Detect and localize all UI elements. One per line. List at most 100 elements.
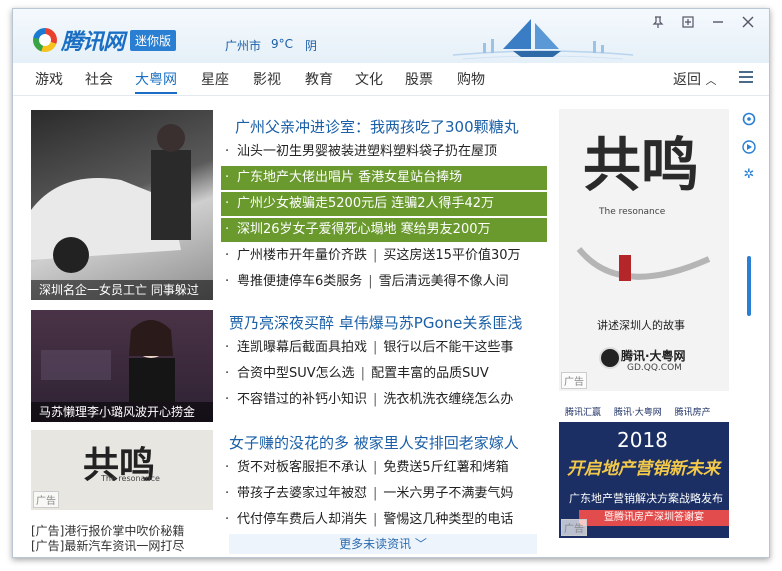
- news-item[interactable]: · 代付停车费后人却消失 | 警惕这几种类型的电话: [225, 508, 555, 532]
- pin-icon[interactable]: [649, 15, 667, 33]
- news-item-text: 深圳26岁女子爱得死心塌地 寒给男友200万: [237, 222, 491, 237]
- nav-item-society[interactable]: 社会: [85, 69, 113, 89]
- ad-photo-resonance[interactable]: 共鸣 The resonance 广告: [31, 430, 213, 510]
- news-item[interactable]: · 汕头一初生男婴被装进塑料塑料袋子扔在屋顶: [225, 140, 555, 164]
- news-item-text: 广东地产大佬出唱片 香港女星站台捧场: [237, 170, 463, 185]
- nav-item-games[interactable]: 游戏: [35, 69, 63, 89]
- left-ad-links: [广告]港行报价掌中吹价秘籍 [广告]最新汽车资讯一网打尽: [31, 524, 184, 554]
- news-photo-car[interactable]: 深圳名企一女员工亡 同事躲过: [31, 110, 213, 300]
- side-ad-resonance[interactable]: 共鸣 The resonance 讲述深圳人的故事 腾讯·大粤网 GD.QQ.C…: [559, 109, 729, 391]
- ad-year: 2018: [617, 428, 668, 452]
- news-item-text: 洗衣机洗衣缠绕怎么办: [383, 392, 514, 407]
- side-ad-caption: 讲述深圳人的故事: [597, 319, 685, 332]
- news-item-text: 配置丰富的品质SUV: [371, 366, 489, 381]
- news-item-text: 买这房送15平价值30万: [383, 248, 521, 263]
- logo-huiying: 腾讯汇赢: [565, 408, 602, 418]
- news-headline[interactable]: 女子赚的没花的多 被家里人安排回老家嫁人: [229, 432, 519, 453]
- news-item-text: 银行以后不能干这些事: [383, 340, 514, 355]
- nav-item-shopping[interactable]: 购物: [457, 69, 485, 89]
- ink-art-icon: [576, 247, 711, 281]
- logo-fangchan: 腾讯房产: [674, 408, 711, 418]
- category-nav: 游戏 社会 大粤网 星座 影视 教育 文化 股票 购物 返回 ︿: [13, 63, 769, 96]
- news-photo-actress[interactable]: 马苏懒理李小璐风波开心捞金: [31, 310, 213, 422]
- nav-item-culture[interactable]: 文化: [355, 69, 383, 89]
- nav-item-education[interactable]: 教育: [305, 69, 333, 89]
- logo-text: 腾讯网: [61, 29, 125, 55]
- more-news-label: 更多未读资讯: [339, 537, 412, 551]
- nav-item-film[interactable]: 影视: [253, 69, 281, 89]
- sailboat-illustration-icon: [452, 19, 634, 60]
- news-item[interactable]: · 连凯曝幕后截面具拍戏 | 银行以后不能干这些事: [225, 336, 555, 360]
- actress-photo-icon: [41, 320, 175, 402]
- more-news-button[interactable]: 更多未读资讯 ﹀: [229, 534, 537, 554]
- news-headline[interactable]: 贾乃亮深夜买醉 卓伟爆马苏PGone关系匪浅: [229, 312, 522, 333]
- news-item[interactable]: · 广州楼市开年量价齐跌 | 买这房送15平价值30万: [225, 244, 555, 268]
- news-item-text: 广州楼市开年量价齐跌: [237, 248, 368, 263]
- news-item-text: 免费送5斤红薯和烤箱: [383, 460, 509, 475]
- ad-badge: 广告: [561, 372, 587, 389]
- news-item-highlighted[interactable]: · 深圳26岁女子爱得死心塌地 寒给男友200万: [221, 218, 547, 242]
- news-item-text: 汕头一初生男婴被装进塑料塑料袋子扔在屋顶: [237, 144, 498, 159]
- mini-version-badge: 迷你版: [130, 29, 177, 51]
- side-art-title: 共鸣: [583, 131, 700, 199]
- nav-item-horoscope[interactable]: 星座: [201, 69, 229, 89]
- side-ad-url: GD.QQ.COM: [627, 363, 682, 373]
- side-art-subtitle: The resonance: [599, 207, 666, 217]
- news-item[interactable]: · 货不对板客服拒不承认 | 免费送5斤红薯和烤箱: [225, 456, 555, 480]
- ad-logo-bar: 腾讯汇赢 腾讯·大粤网 腾讯房产: [559, 404, 729, 422]
- news-item-text: 代付停车费后人却消失: [237, 512, 368, 527]
- photo-caption: 深圳名企一女员工亡 同事躲过: [31, 280, 213, 300]
- ad-title: 开启地产营销新未来: [567, 459, 720, 479]
- news-item-highlighted[interactable]: · 广东地产大佬出唱片 香港女星站台捧场: [221, 166, 547, 190]
- news-item-highlighted[interactable]: · 广州少女被骗走5200元后 连骗2人得手42万: [221, 192, 547, 216]
- news-item-text: 不容错过的补钙小知识: [237, 392, 368, 407]
- news-item[interactable]: · 不容错过的补钙小知识 | 洗衣机洗衣缠绕怎么办: [225, 388, 555, 412]
- news-item-text: 一米六男子不满妻气妈: [383, 486, 514, 501]
- scrollbar-thumb[interactable]: [747, 256, 751, 316]
- nav-item-dayue[interactable]: 大粤网: [135, 69, 177, 94]
- logo-dayue: 腾讯·大粤网: [613, 408, 662, 418]
- news-headline[interactable]: 广州父亲冲进诊室：我两孩吃了300颗糖丸: [235, 116, 519, 137]
- news-item-text: 合资中型SUV怎么选: [237, 366, 355, 381]
- ad-link[interactable]: [广告]最新汽车资讯一网打尽: [31, 539, 184, 554]
- nav-item-stocks[interactable]: 股票: [405, 69, 433, 89]
- news-item-text: 广州少女被骗走5200元后 连骗2人得手42万: [237, 196, 495, 211]
- settings-icon[interactable]: ✲: [742, 168, 756, 182]
- news-item-text: 连凯曝幕后截面具拍戏: [237, 340, 368, 355]
- content-area: 深圳名企一女员工亡 同事躲过 马苏懒理李小璐风波开心捞金 共鸣 The reso…: [13, 96, 769, 557]
- ad-subtitle: 广东地产营销解决方案战略发布: [569, 492, 723, 505]
- news-item[interactable]: · 粤推便捷停车6类服务 | 雪后清远美得不像人间: [225, 270, 555, 294]
- maximize-icon[interactable]: [679, 15, 697, 33]
- side-ad-realestate[interactable]: 腾讯汇赢 腾讯·大粤网 腾讯房产 2018 开启地产营销新未来 广东地产营销解决…: [559, 404, 729, 538]
- news-item[interactable]: · 合资中型SUV怎么选 | 配置丰富的品质SUV: [225, 362, 555, 386]
- photo-caption: 马苏懒理李小璐风波开心捞金: [31, 402, 213, 422]
- ad-banner: 暨腾讯房产深圳答谢宴: [579, 510, 729, 526]
- news-item-text: 带孩子去婆家过年被怼: [237, 486, 368, 501]
- header: 腾讯网 迷你版 广州市 9°C 阴: [13, 9, 769, 63]
- ad-link[interactable]: [广告]港行报价掌中吹价秘籍: [31, 524, 184, 539]
- weather-city[interactable]: 广州市: [225, 37, 261, 54]
- back-label: 返回: [673, 72, 701, 88]
- minimize-icon[interactable]: [709, 15, 727, 33]
- tencent-logo[interactable]: 腾讯网 迷你版: [33, 27, 177, 55]
- ad-badge: 广告: [561, 519, 587, 536]
- news-item-text: 粤推便捷停车6类服务: [237, 274, 363, 289]
- news-item-text: 雪后清远美得不像人间: [378, 274, 509, 289]
- play-icon[interactable]: [742, 140, 756, 154]
- hamburger-menu-icon[interactable]: [739, 71, 753, 86]
- news-item-text: 警惕这几种类型的电话: [383, 512, 514, 527]
- news-item[interactable]: · 带孩子去婆家过年被怼 | 一米六男子不满妻气妈: [225, 482, 555, 506]
- weather-condition: 阴: [305, 39, 318, 53]
- chevron-up-icon: ︿: [705, 74, 717, 87]
- side-ad-brand: 腾讯·大粤网: [621, 349, 686, 363]
- art-subtitle: The resonance: [101, 474, 160, 483]
- weather-temperature: 9°C: [271, 37, 294, 51]
- tencent-logo-icon: [33, 28, 57, 52]
- back-button[interactable]: 返回 ︿: [673, 69, 716, 89]
- ad-banner-text: 暨腾讯房产深圳答谢宴: [604, 512, 704, 523]
- chevron-down-icon: ﹀: [414, 537, 427, 551]
- refresh-icon[interactable]: [742, 112, 756, 126]
- news-item-text: 货不对板客服拒不承认: [237, 460, 368, 475]
- close-icon[interactable]: [739, 15, 757, 33]
- car-photo-icon: [31, 124, 191, 273]
